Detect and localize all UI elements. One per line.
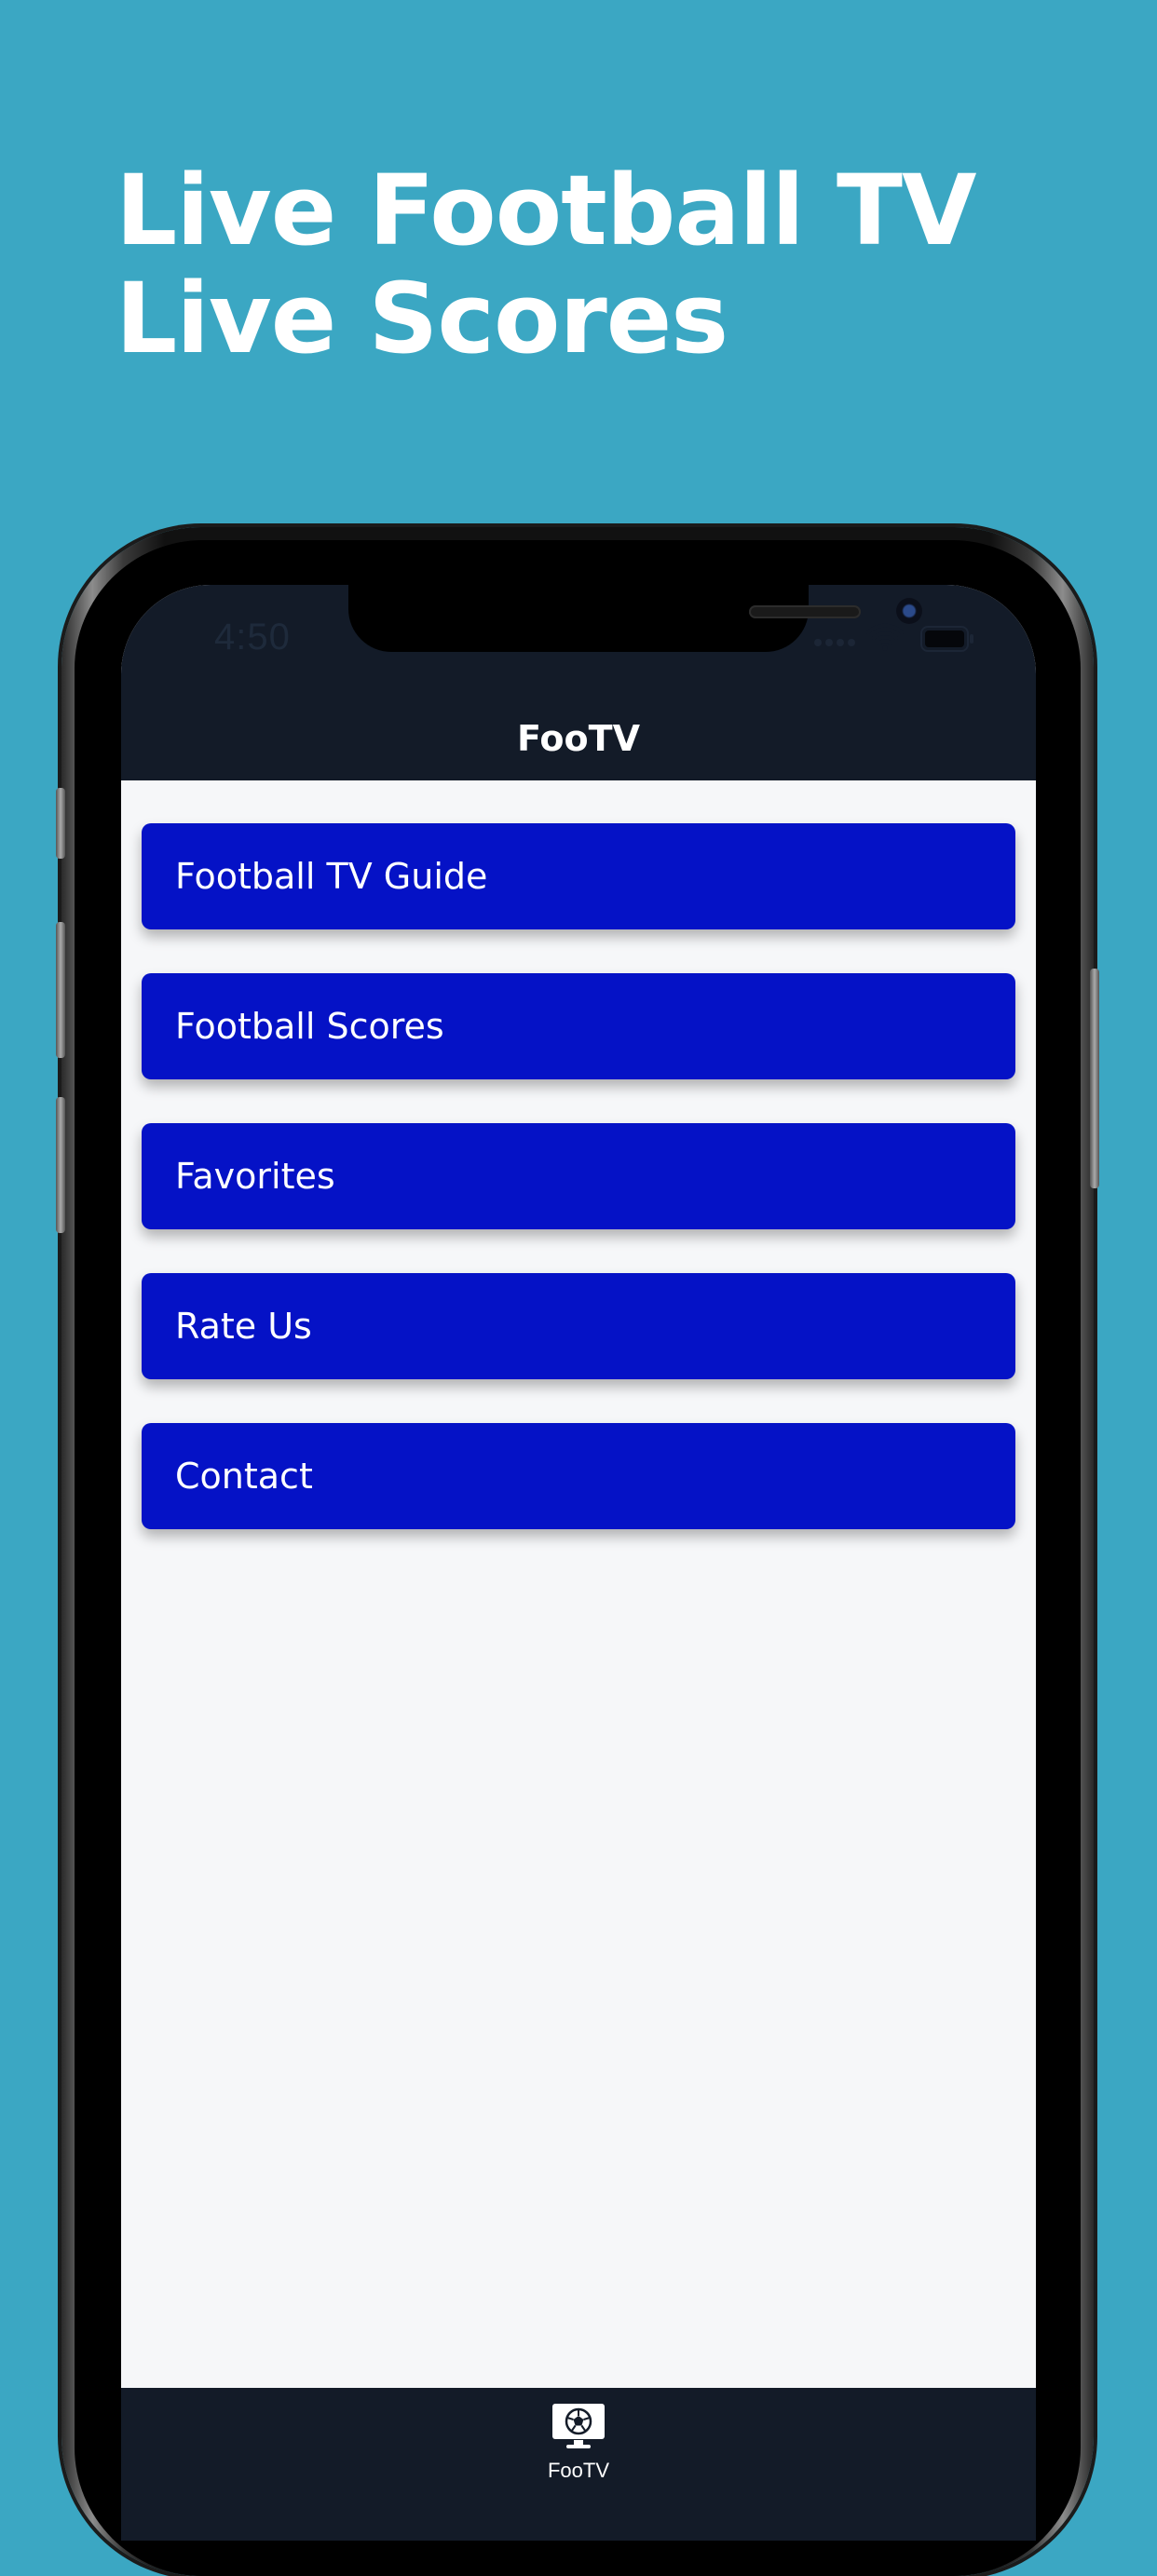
- status-bar: 4:50: [121, 585, 1036, 697]
- tab-footv-label: FooTV: [547, 2459, 610, 2482]
- navigation-bar: FooTV: [121, 697, 1036, 780]
- football-tv-guide-button[interactable]: Football TV Guide: [142, 823, 1015, 929]
- rate-us-button[interactable]: Rate Us: [142, 1273, 1015, 1379]
- nav-title: FooTV: [517, 718, 640, 759]
- tv-football-icon: [552, 2404, 605, 2448]
- phone-notch: [348, 585, 922, 652]
- tab-footv[interactable]: FooTV: [527, 2403, 630, 2505]
- phone-volume-down-button: [56, 1097, 65, 1233]
- main-menu: Football TV Guide Football Scores Favori…: [142, 823, 1015, 1573]
- promo-headline: Live Football TV Live Scores: [116, 154, 976, 375]
- cellular-signal-icon: [814, 639, 855, 646]
- promo-headline-line-1: Live Football TV: [116, 154, 976, 267]
- phone-silent-switch: [56, 788, 65, 859]
- tab-bar: FooTV: [121, 2388, 1036, 2541]
- phone-volume-up-button: [56, 922, 65, 1058]
- phone-screen: 4:50 FooTV Football TV Guide Football Sc…: [121, 585, 1036, 2541]
- battery-icon: [920, 626, 973, 652]
- front-camera: [896, 598, 922, 624]
- football-scores-button[interactable]: Football Scores: [142, 973, 1015, 1079]
- wifi-icon: [866, 623, 904, 651]
- status-time: 4:50: [214, 617, 291, 658]
- contact-button[interactable]: Contact: [142, 1423, 1015, 1529]
- speaker-grille: [749, 605, 861, 618]
- promo-headline-line-2: Live Scores: [116, 262, 728, 375]
- phone-power-button: [1090, 969, 1099, 1188]
- favorites-button[interactable]: Favorites: [142, 1123, 1015, 1229]
